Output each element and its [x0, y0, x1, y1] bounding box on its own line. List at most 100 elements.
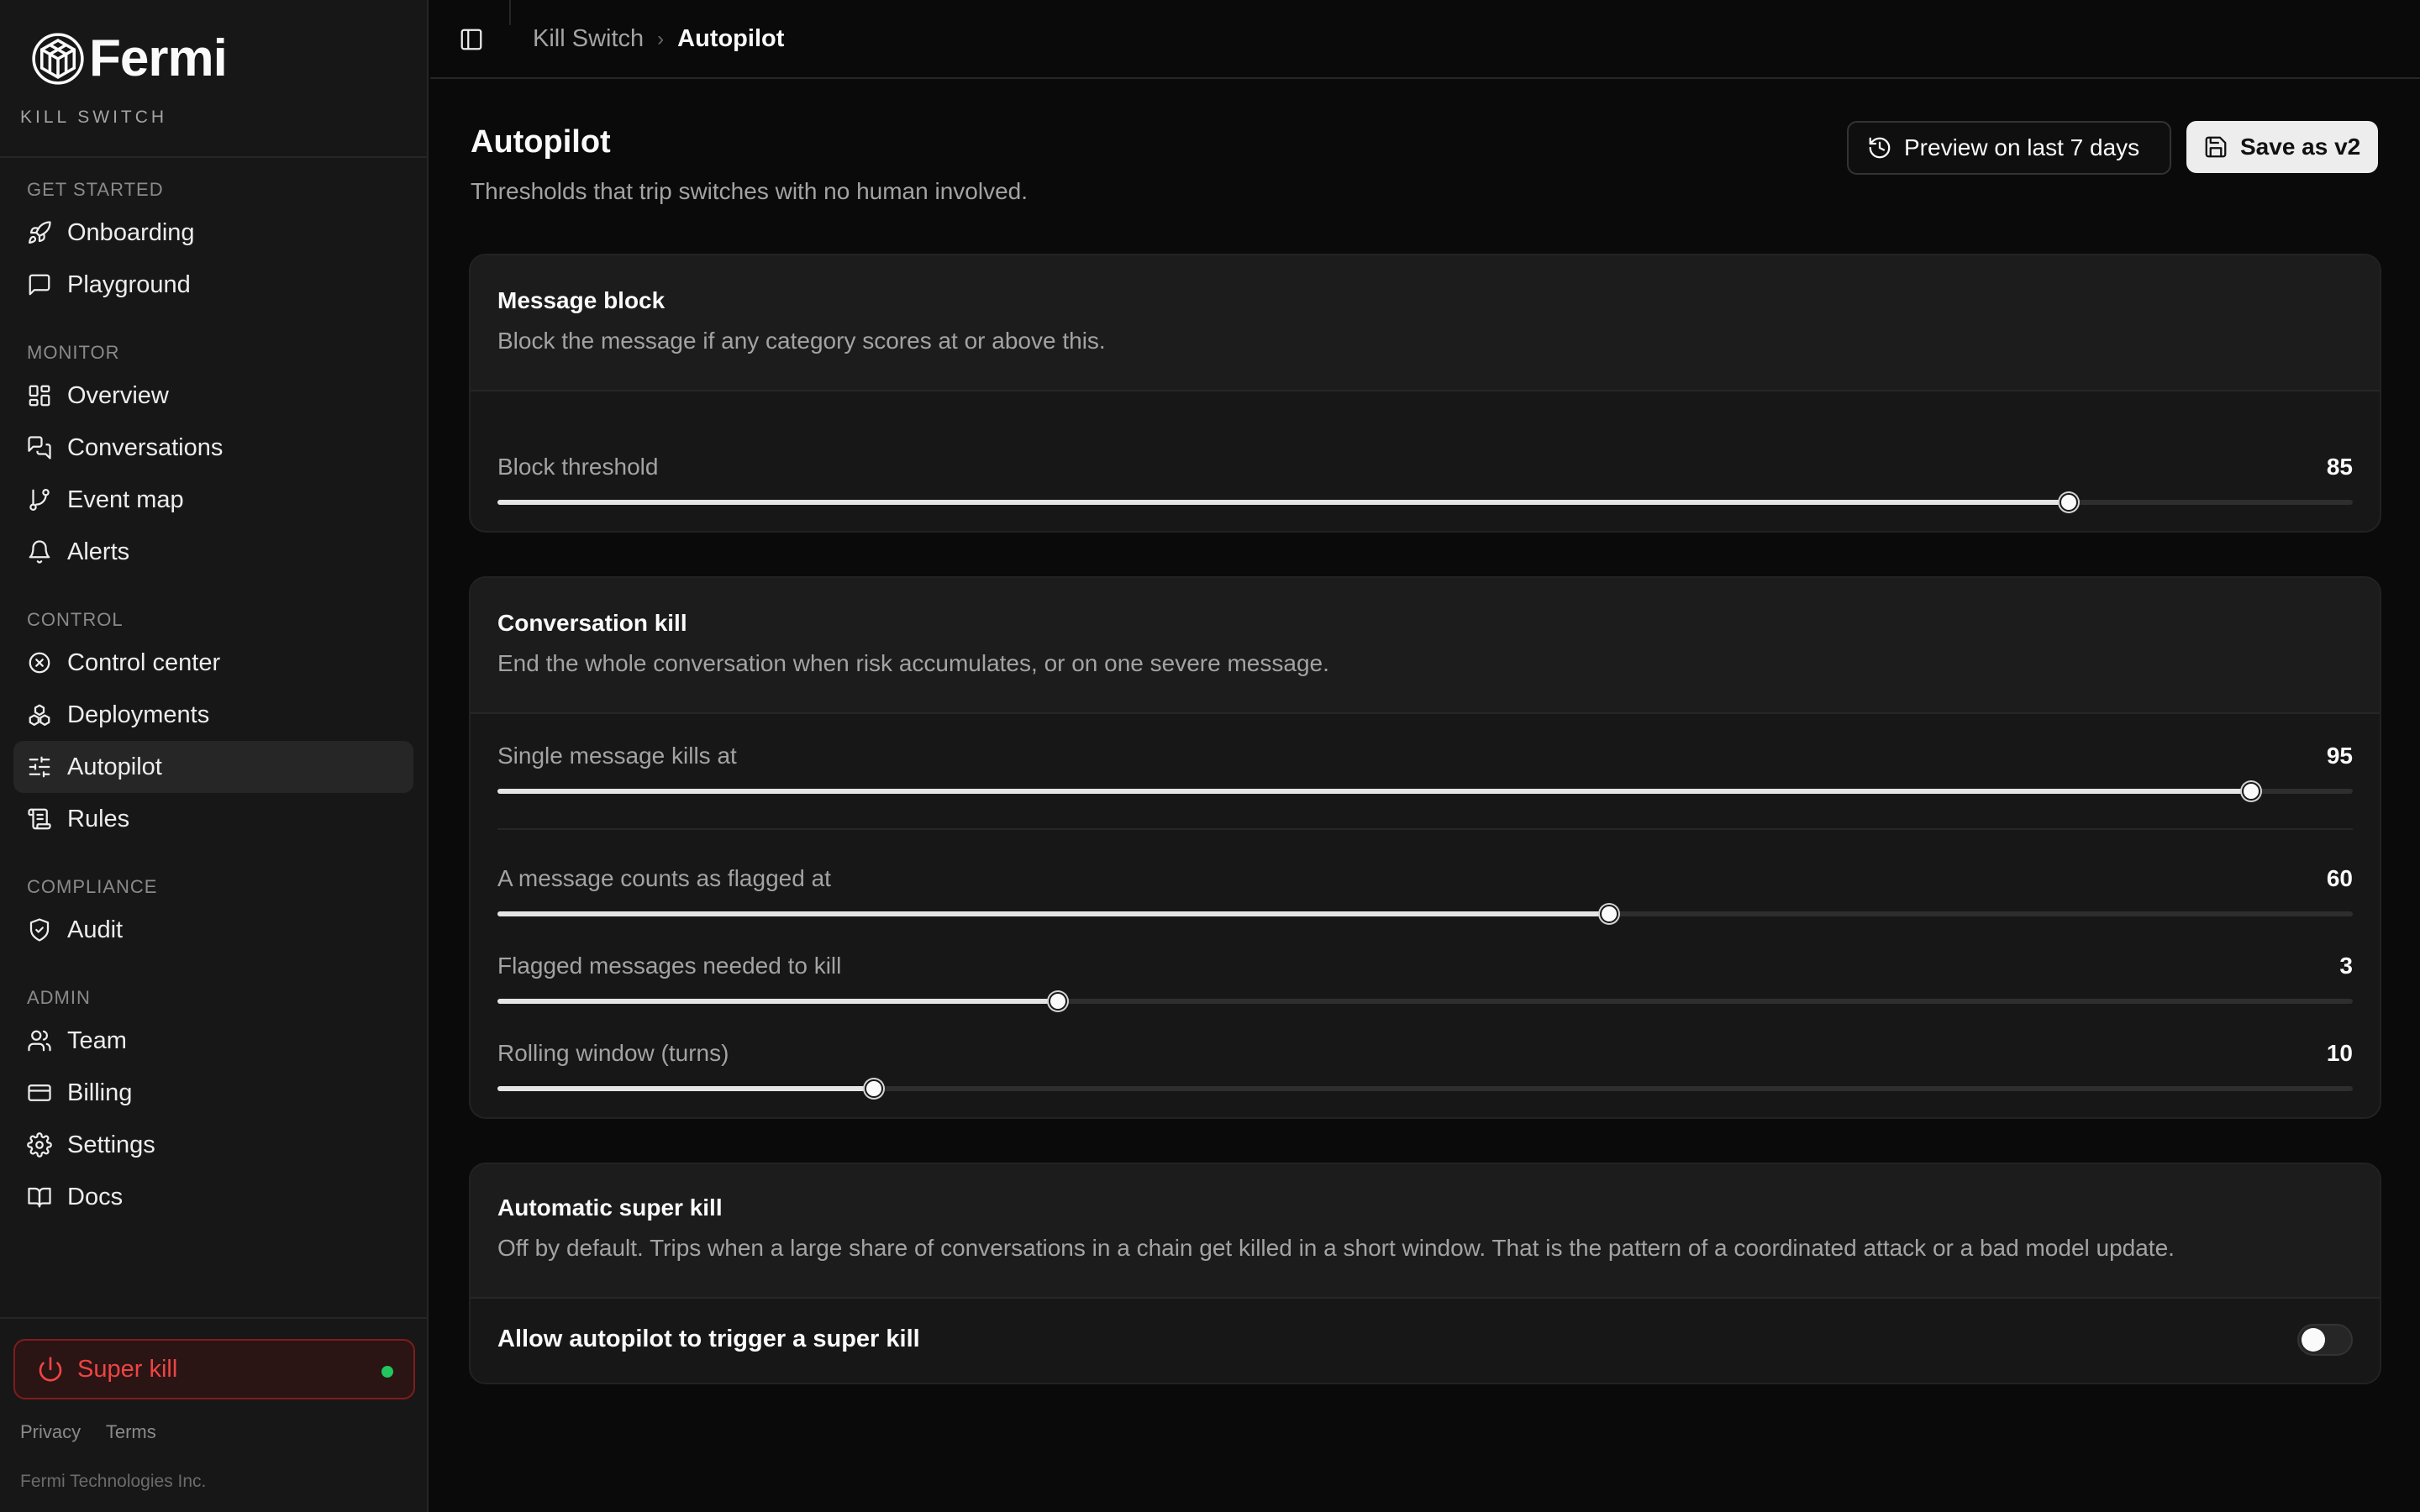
toggle-knob: [2302, 1328, 2325, 1352]
message-block-card: Message block Block the message if any c…: [469, 254, 2381, 533]
shield-check-icon: [29, 918, 50, 942]
chevron-right-icon: ›: [657, 27, 665, 50]
sidebar-item-label: Conversations: [67, 433, 224, 461]
flagged-at-value: 60: [2326, 865, 2353, 891]
sidebar-item-billing[interactable]: Billing: [13, 1067, 413, 1119]
sidebar-item-label: Control center: [67, 648, 221, 676]
dashboard-grid-icon: [29, 385, 50, 407]
nav-group-get-started: GET STARTED: [27, 179, 164, 200]
card-header: Automatic super kill Off by default. Tri…: [471, 1164, 2380, 1299]
sidebar-item-alerts[interactable]: Alerts: [13, 526, 413, 578]
brand-logo[interactable]: Fermi: [30, 29, 228, 88]
breadcrumb: Kill Switch › Autopilot: [533, 25, 784, 53]
save-button[interactable]: Save as v2: [2186, 121, 2378, 173]
card-description: Block the message if any category scores…: [497, 328, 1106, 354]
conversation-kill-card: Conversation kill End the whole conversa…: [469, 576, 2381, 1119]
slider-fill: [497, 500, 2070, 505]
page-title: Autopilot: [471, 124, 611, 160]
message-square-icon: [29, 274, 50, 296]
credit-card-icon: [28, 1084, 51, 1101]
sidebar-item-conversations[interactable]: Conversations: [13, 422, 413, 474]
slider-thumb[interactable]: [2241, 782, 2260, 801]
super-kill-button[interactable]: Super kill: [13, 1339, 415, 1399]
card-description: Off by default. Trips when a large share…: [497, 1235, 2175, 1261]
super-kill-toggle[interactable]: [2297, 1324, 2353, 1356]
sidebar-item-playground[interactable]: Playground: [13, 259, 413, 311]
save-icon: [2205, 136, 2227, 158]
single-message-slider[interactable]: [497, 782, 2353, 801]
sidebar-item-docs[interactable]: Docs: [13, 1171, 413, 1223]
card-title: Conversation kill: [497, 610, 687, 636]
status-indicator: [381, 1366, 393, 1378]
nav-group-compliance: COMPLIANCE: [27, 876, 158, 897]
flagged-needed-value: 3: [2339, 953, 2353, 979]
rolling-window-value: 10: [2326, 1040, 2353, 1066]
messages-icon: [28, 436, 51, 459]
rolling-window-slider[interactable]: [497, 1079, 2353, 1098]
slider-thumb[interactable]: [1599, 905, 1618, 923]
terms-link[interactable]: Terms: [106, 1421, 156, 1442]
single-message-value: 95: [2326, 743, 2353, 769]
card-header: Message block Block the message if any c…: [471, 255, 2380, 391]
super-kill-label: Super kill: [77, 1355, 178, 1383]
history-icon: [1869, 137, 1891, 159]
rocket-icon: [29, 221, 51, 244]
block-threshold-slider[interactable]: [497, 493, 2353, 512]
slider-thumb[interactable]: [2060, 493, 2079, 512]
sidebar-item-autopilot[interactable]: Autopilot: [13, 741, 413, 793]
block-threshold-value: 85: [2326, 454, 2353, 480]
sidebar-item-overview[interactable]: Overview: [13, 370, 413, 422]
preview-button-label: Preview on last 7 days: [1904, 134, 2140, 160]
brand-subtitle: KILL SWITCH: [20, 108, 168, 127]
sidebar-item-label: Team: [67, 1026, 127, 1054]
card-description: End the whole conversation when risk acc…: [497, 650, 1329, 676]
sidebar: Fermi KILL SWITCH GET STARTED Onboarding…: [0, 0, 429, 1512]
sidebar-item-team[interactable]: Team: [13, 1015, 413, 1067]
slider-fill: [497, 789, 2251, 794]
slider-thumb[interactable]: [1048, 992, 1067, 1011]
sidebar-item-label: Deployments: [67, 701, 210, 728]
preview-button[interactable]: Preview on last 7 days: [1847, 121, 2171, 175]
users-icon: [28, 1030, 51, 1052]
block-threshold-label: Block threshold: [497, 454, 659, 480]
sidebar-toggle-icon[interactable]: [459, 27, 484, 52]
sidebar-item-rules[interactable]: Rules: [13, 793, 413, 845]
sidebar-item-label: Docs: [67, 1183, 124, 1210]
privacy-link[interactable]: Privacy: [20, 1421, 81, 1442]
sidebar-item-deployments[interactable]: Deployments: [13, 689, 413, 741]
breadcrumb-root[interactable]: Kill Switch: [533, 25, 644, 53]
sidebar-divider: [0, 156, 427, 158]
slider-fill: [497, 1086, 875, 1091]
flagged-needed-slider[interactable]: [497, 992, 2353, 1011]
slider-fill: [497, 911, 1609, 916]
sidebar-item-label: Rules: [67, 805, 130, 832]
footer-links: Privacy Terms: [20, 1421, 176, 1443]
sidebar-item-label: Onboarding: [67, 218, 195, 246]
card-header: Conversation kill End the whole conversa…: [471, 578, 2380, 714]
super-kill-toggle-label: Allow autopilot to trigger a super kill: [497, 1326, 920, 1352]
sidebar-item-label: Billing: [67, 1079, 133, 1106]
breadcrumb-current: Autopilot: [677, 25, 785, 52]
sidebar-footer-divider: [0, 1317, 427, 1319]
power-icon: [39, 1357, 62, 1382]
sidebar-item-onboarding[interactable]: Onboarding: [13, 207, 413, 259]
slider-thumb[interactable]: [865, 1079, 884, 1098]
circle-x-icon: [29, 652, 50, 674]
sidebar-nav: GET STARTED Onboarding Playground MONITO…: [13, 173, 413, 1223]
sidebar-item-label: Settings: [67, 1131, 155, 1158]
flagged-needed-label: Flagged messages needed to kill: [497, 953, 842, 979]
sidebar-item-control-center[interactable]: Control center: [13, 637, 413, 689]
card-title: Message block: [497, 287, 666, 313]
scroll-icon: [28, 808, 51, 830]
sidebar-item-event-map[interactable]: Event map: [13, 474, 413, 526]
sidebar-item-label: Playground: [67, 270, 191, 298]
book-open-icon: [28, 1187, 51, 1208]
sidebar-item-settings[interactable]: Settings: [13, 1119, 413, 1171]
page-subtitle: Thresholds that trip switches with no hu…: [471, 178, 1028, 204]
gear-icon: [27, 1132, 52, 1158]
brand-name: Fermi: [89, 29, 228, 87]
sliders-icon: [29, 756, 50, 778]
top-bar: Kill Switch › Autopilot: [430, 0, 2420, 79]
flagged-at-slider[interactable]: [497, 905, 2353, 923]
sidebar-item-audit[interactable]: Audit: [13, 904, 413, 956]
